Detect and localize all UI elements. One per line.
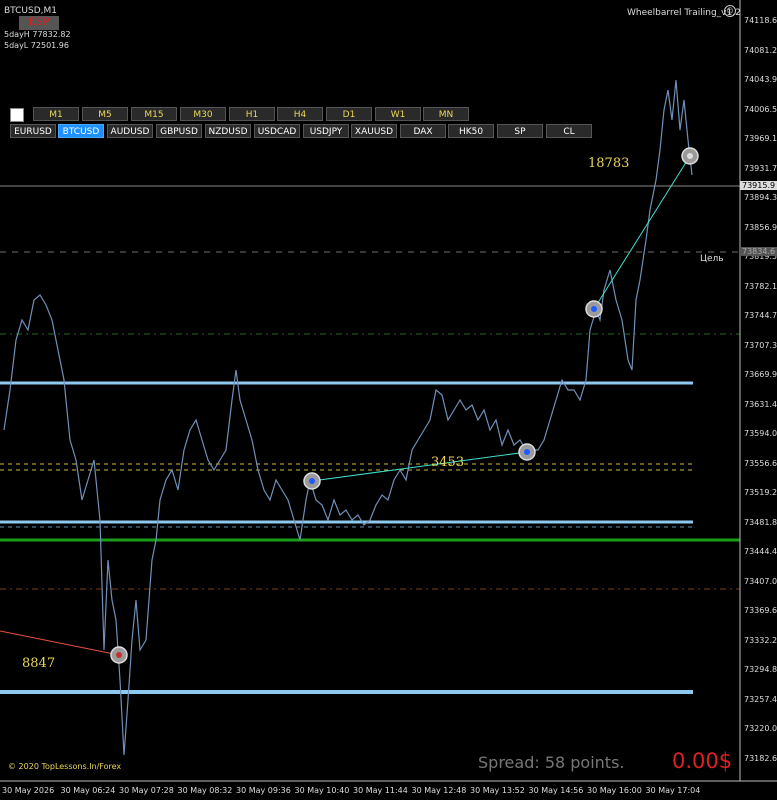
symbol-button-dax[interactable]: DAX: [400, 124, 446, 138]
time-tick-label: 30 May 06:24: [60, 786, 116, 795]
time-tick-label: 30 May 09:36: [236, 786, 291, 795]
trade-label-2: 3453: [431, 455, 465, 470]
trade-marker-3[interactable]: [518, 443, 536, 461]
price-tick-label: 73556.6: [744, 458, 777, 468]
toggle-checkbox[interactable]: [10, 108, 24, 122]
timeframe-button-m15[interactable]: M15: [131, 107, 177, 121]
time-tick-label: 30 May 07:28: [119, 786, 174, 795]
timeframe-button-w1[interactable]: W1: [375, 107, 421, 121]
timeframe-button-m30[interactable]: M30: [180, 107, 226, 121]
trade-marker-1[interactable]: [110, 646, 128, 664]
price-tick-label: 73407.0: [744, 576, 777, 586]
price-tick-label: 73444.4: [744, 547, 777, 556]
symbol-title: BTCUSD,M1: [4, 6, 58, 16]
price-tick-label: 74006.5: [744, 104, 777, 114]
symbol-button-xauusd[interactable]: XAUUSD: [351, 124, 397, 138]
symbol-button-eurusd[interactable]: EURUSD: [10, 124, 56, 138]
copyright: © 2020 TopLessons.In/Forex: [8, 762, 122, 771]
trade-marker-4[interactable]: [585, 300, 603, 318]
price-tick-label: 73519.2: [744, 488, 777, 497]
symbol-button-hk50[interactable]: HK50: [448, 124, 494, 138]
profit-label: 0.00$: [672, 749, 733, 773]
time-tick-label: 30 May 16:00: [587, 786, 642, 795]
price-tick-label: 73969.1: [744, 134, 777, 143]
time-tick-label: 30 May 12:48: [411, 786, 467, 795]
price-tick-label: 73669.9: [744, 370, 777, 379]
time-tick-label: 30 May 2026: [2, 786, 55, 795]
price-tick-label: 73481.8: [744, 517, 777, 527]
price-tick-label: 73294.8: [744, 665, 777, 674]
price-tick-label: 73744.7: [744, 311, 777, 320]
symbol-button-cl[interactable]: CL: [546, 124, 592, 138]
price-tick-label: 73594.0: [744, 429, 777, 438]
symbol-button-btcusd[interactable]: BTCUSD: [58, 124, 104, 138]
time-tick-label: 30 May 13:52: [470, 786, 525, 795]
price-tick-label: 73894.3: [744, 193, 777, 202]
price-tick-label: 73220.0: [744, 724, 777, 733]
price-tick-label: 74118.6: [744, 16, 777, 25]
spread-label: Spread: 58 points.: [478, 753, 625, 772]
timeframe-button-h4[interactable]: H4: [277, 107, 323, 121]
time-tick-label: 30 May 10:40: [294, 786, 350, 795]
target-price-tag: 73834.6: [740, 247, 777, 256]
smiley-icon: ☺: [724, 5, 736, 17]
esp-label: ESP: [19, 16, 59, 30]
symbol-button-gbpusd[interactable]: GBPUSD: [156, 124, 202, 138]
price-tick-label: 73257.4: [744, 694, 777, 704]
price-tick-label: 73332.2: [744, 635, 777, 645]
trade-label-3: 18783: [588, 156, 630, 171]
trade-marker-5[interactable]: [681, 147, 699, 165]
symbol-button-sp[interactable]: SP: [497, 124, 543, 138]
symbol-button-usdjpy[interactable]: USDJPY: [303, 124, 349, 138]
price-tick-label: 74081.2: [744, 45, 777, 55]
timeframe-button-mn[interactable]: MN: [423, 107, 469, 121]
timeframe-button-m5[interactable]: M5: [82, 107, 128, 121]
day-high: 5dayH 77832.82: [4, 30, 71, 39]
trade-label-1: 8847: [22, 656, 56, 671]
price-tick-label: 74043.9: [744, 75, 777, 84]
price-tick-label: 73369.6: [744, 606, 777, 615]
target-label: Цель: [700, 254, 724, 264]
symbol-button-audusd[interactable]: AUDUSD: [107, 124, 153, 138]
timeframe-button-m1[interactable]: M1: [33, 107, 79, 121]
price-tick-label: 73631.4: [744, 399, 777, 409]
price-tick-label: 73182.6: [744, 753, 777, 763]
day-low: 5dayL 72501.96: [4, 41, 69, 50]
time-tick-label: 30 May 08:32: [177, 786, 233, 795]
price-tick-label: 73856.9: [744, 222, 777, 232]
timeframe-button-h1[interactable]: H1: [229, 107, 275, 121]
trade-marker-2[interactable]: [303, 472, 321, 490]
time-tick-label: 30 May 11:44: [353, 786, 408, 795]
symbol-button-usdcad[interactable]: USDCAD: [254, 124, 300, 138]
price-tick-label: 73707.3: [744, 340, 777, 350]
time-tick-label: 30 May 14:56: [528, 786, 584, 795]
time-tick-label: 30 May 17:04: [645, 786, 701, 795]
current-price-tag: 73915.9: [740, 181, 777, 190]
price-tick-label: 73931.7: [744, 163, 777, 173]
symbol-button-nzdusd[interactable]: NZDUSD: [205, 124, 251, 138]
timeframe-button-d1[interactable]: D1: [326, 107, 372, 121]
price-tick-label: 73782.1: [744, 281, 777, 291]
